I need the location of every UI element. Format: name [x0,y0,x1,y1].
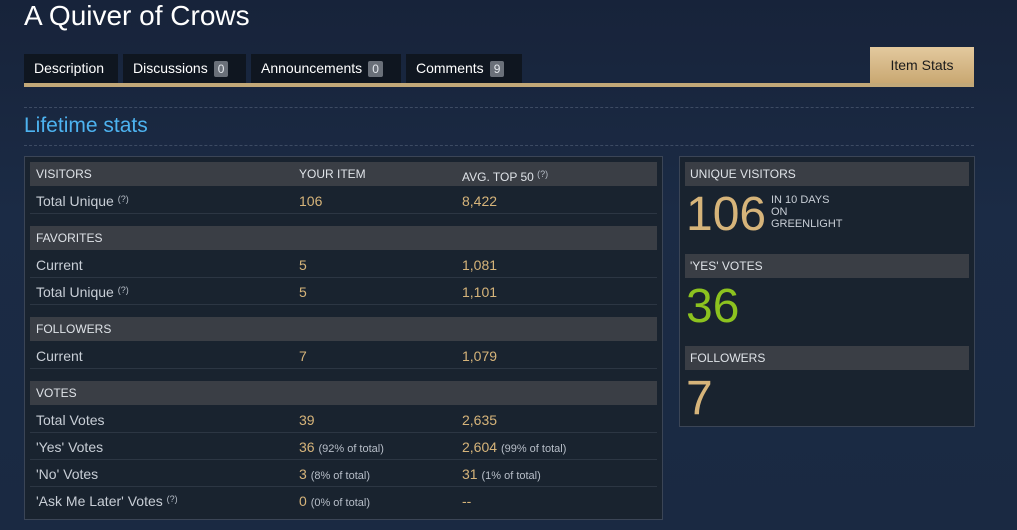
avg-value: 1,101 [462,284,498,300]
count-badge: 0 [213,61,229,77]
summary-label: UNIQUE VISITORS [690,167,796,181]
avg-value: -- [462,493,472,509]
avg-value: 1,081 [462,257,498,273]
your-item-value: 7 [299,348,307,364]
group-label: VOTES [36,386,77,400]
your-item-cell: 36 (92% of total) [299,439,384,455]
tab-item-stats[interactable]: Item Stats [870,47,974,83]
yes-votes-header: 'YES' VOTES [685,254,969,278]
your-item-value: 0 [299,493,307,509]
avg-value: 8,422 [462,193,498,209]
table-row: 'Ask Me Later' Votes (?) 0 (0% of total)… [30,487,657,514]
avg-value: 31 [462,466,478,482]
tab-description[interactable]: Description [24,54,118,83]
table-row: 'Yes' Votes 36 (92% of total) 2,604 (99%… [30,433,657,460]
group-label: VISITORS [36,167,92,181]
summary-label: FOLLOWERS [690,351,766,365]
column-avg-top: AVG. TOP 50 (?) [462,169,549,184]
table-row: Total Votes 39 2,635 [30,406,657,433]
count-badge: 0 [368,61,383,77]
your-item-value: 5 [299,284,307,300]
section-title: Lifetime stats [24,114,148,137]
table-row: Current 7 1,079 [30,342,657,369]
followers-summary-header: FOLLOWERS [685,346,969,370]
lifetime-stats-table: VISITORS YOUR ITEM AVG. TOP 50 (?) Total… [24,156,663,520]
tab-label: Comments [416,60,484,76]
group-label: FOLLOWERS [36,322,112,336]
avg-cell: 2,604 (99% of total) [462,439,566,455]
row-label: 'Ask Me Later' Votes (?) [36,493,178,509]
percent-note: (99% of total) [500,443,567,455]
your-item-value: 106 [299,193,323,209]
divider [24,107,974,108]
your-item-value: 3 [299,466,307,482]
votes-header: VOTES [30,381,657,405]
summary-panel: UNIQUE VISITORS 106 IN 10 DAYS ON GREENL… [679,156,975,427]
avg-cell: 31 (1% of total) [462,466,541,482]
visitors-header: VISITORS YOUR ITEM AVG. TOP 50 (?) [30,162,657,186]
row-label: Total Votes [36,412,105,428]
summary-label: 'YES' VOTES [690,259,763,273]
tab-comments[interactable]: Comments 9 [406,54,522,83]
percent-note: (0% of total) [310,497,370,509]
help-icon[interactable]: (?) [537,169,548,179]
tab-label: Discussions [133,60,208,76]
table-row: 'No' Votes 3 (8% of total) 31 (1% of tot… [30,460,657,487]
row-label: Current [36,257,83,273]
row-label: 'No' Votes [36,466,99,482]
group-label: FAVORITES [36,231,103,245]
followers-header: FOLLOWERS [30,317,657,341]
divider [24,145,974,146]
favorites-header: FAVORITES [30,226,657,250]
help-icon[interactable]: (?) [118,194,129,204]
avg-value: 2,635 [462,412,498,428]
avg-value: 2,604 [462,439,498,455]
percent-note: (8% of total) [310,470,370,482]
period-note: IN 10 DAYS ON GREENLIGHT [771,194,843,230]
percent-note: (92% of total) [318,443,384,455]
page-title: A Quiver of Crows [24,0,250,31]
help-icon[interactable]: (?) [167,494,178,504]
yes-votes-value: 36 [686,280,740,333]
your-item-value: 5 [299,257,307,273]
percent-note: (1% of total) [481,470,541,482]
your-item-cell: 3 (8% of total) [299,466,370,482]
count-badge: 9 [489,61,505,77]
tab-discussions[interactable]: Discussions 0 [123,54,246,83]
tab-label: Item Stats [890,57,954,73]
your-item-value: 36 [299,439,315,455]
avg-value: 1,079 [462,348,498,364]
unique-visitors-value: 106 [686,188,767,241]
tab-label: Announcements [261,60,363,76]
row-label: Total Unique (?) [36,193,129,209]
row-label: Current [36,348,83,364]
column-your-item: YOUR ITEM [299,167,366,181]
your-item-cell: 0 (0% of total) [299,493,370,509]
tab-announcements[interactable]: Announcements 0 [251,54,401,83]
table-row: Current 5 1,081 [30,251,657,278]
row-label: Total Unique (?) [36,284,129,300]
table-row: Total Unique (?) 5 1,101 [30,278,657,305]
row-label: 'Yes' Votes [36,439,104,455]
unique-visitors-header: UNIQUE VISITORS [685,162,969,186]
followers-value: 7 [686,372,713,425]
help-icon[interactable]: (?) [118,285,129,295]
tab-underline [24,83,974,87]
table-row: Total Unique (?) 106 8,422 [30,187,657,214]
tab-label: Description [34,60,105,76]
your-item-value: 39 [299,412,315,428]
